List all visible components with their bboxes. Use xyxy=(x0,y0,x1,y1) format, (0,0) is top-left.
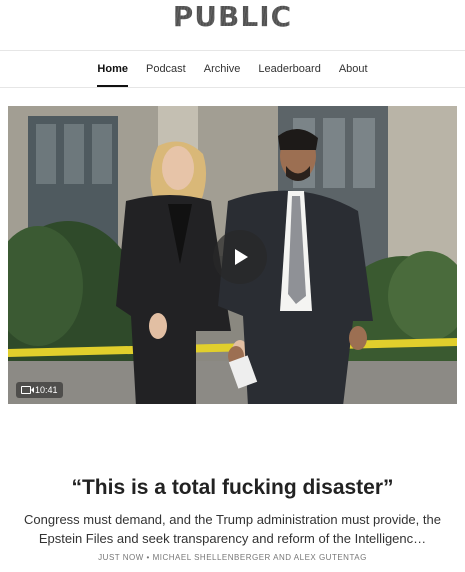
video-camera-icon xyxy=(21,386,34,394)
nav-item-leaderboard[interactable]: Leaderboard xyxy=(258,51,320,87)
nav-item-podcast[interactable]: Podcast xyxy=(146,51,186,87)
article-title[interactable]: “This is a total fucking disaster” xyxy=(0,476,465,500)
nav-item-archive[interactable]: Archive xyxy=(204,51,241,87)
article-byline: JUST NOW • MICHAEL SHELLENBERGER AND ALE… xyxy=(0,553,465,562)
nav-item-home[interactable]: Home xyxy=(97,51,128,87)
play-button[interactable] xyxy=(213,230,267,284)
article-subtitle: Congress must demand, and the Trump admi… xyxy=(24,512,441,546)
nav-item-about[interactable]: About xyxy=(339,51,368,87)
site-logo[interactable]: PUBLIC xyxy=(173,0,292,34)
article-authors[interactable]: MICHAEL SHELLENBERGER AND ALEX GUTENTAG xyxy=(153,553,367,562)
main-nav: Home Podcast Archive Leaderboard About xyxy=(0,51,465,88)
article-time: JUST NOW xyxy=(98,553,144,562)
video-duration-badge: 10:41 xyxy=(16,382,63,398)
page: PUBLIC Home Podcast Archive Leaderboard … xyxy=(0,0,465,572)
site-header: PUBLIC xyxy=(0,0,465,51)
featured-video[interactable]: 10:41 xyxy=(8,106,457,404)
video-duration: 10:41 xyxy=(35,385,58,395)
play-icon xyxy=(235,249,248,265)
byline-separator: • xyxy=(146,553,150,562)
